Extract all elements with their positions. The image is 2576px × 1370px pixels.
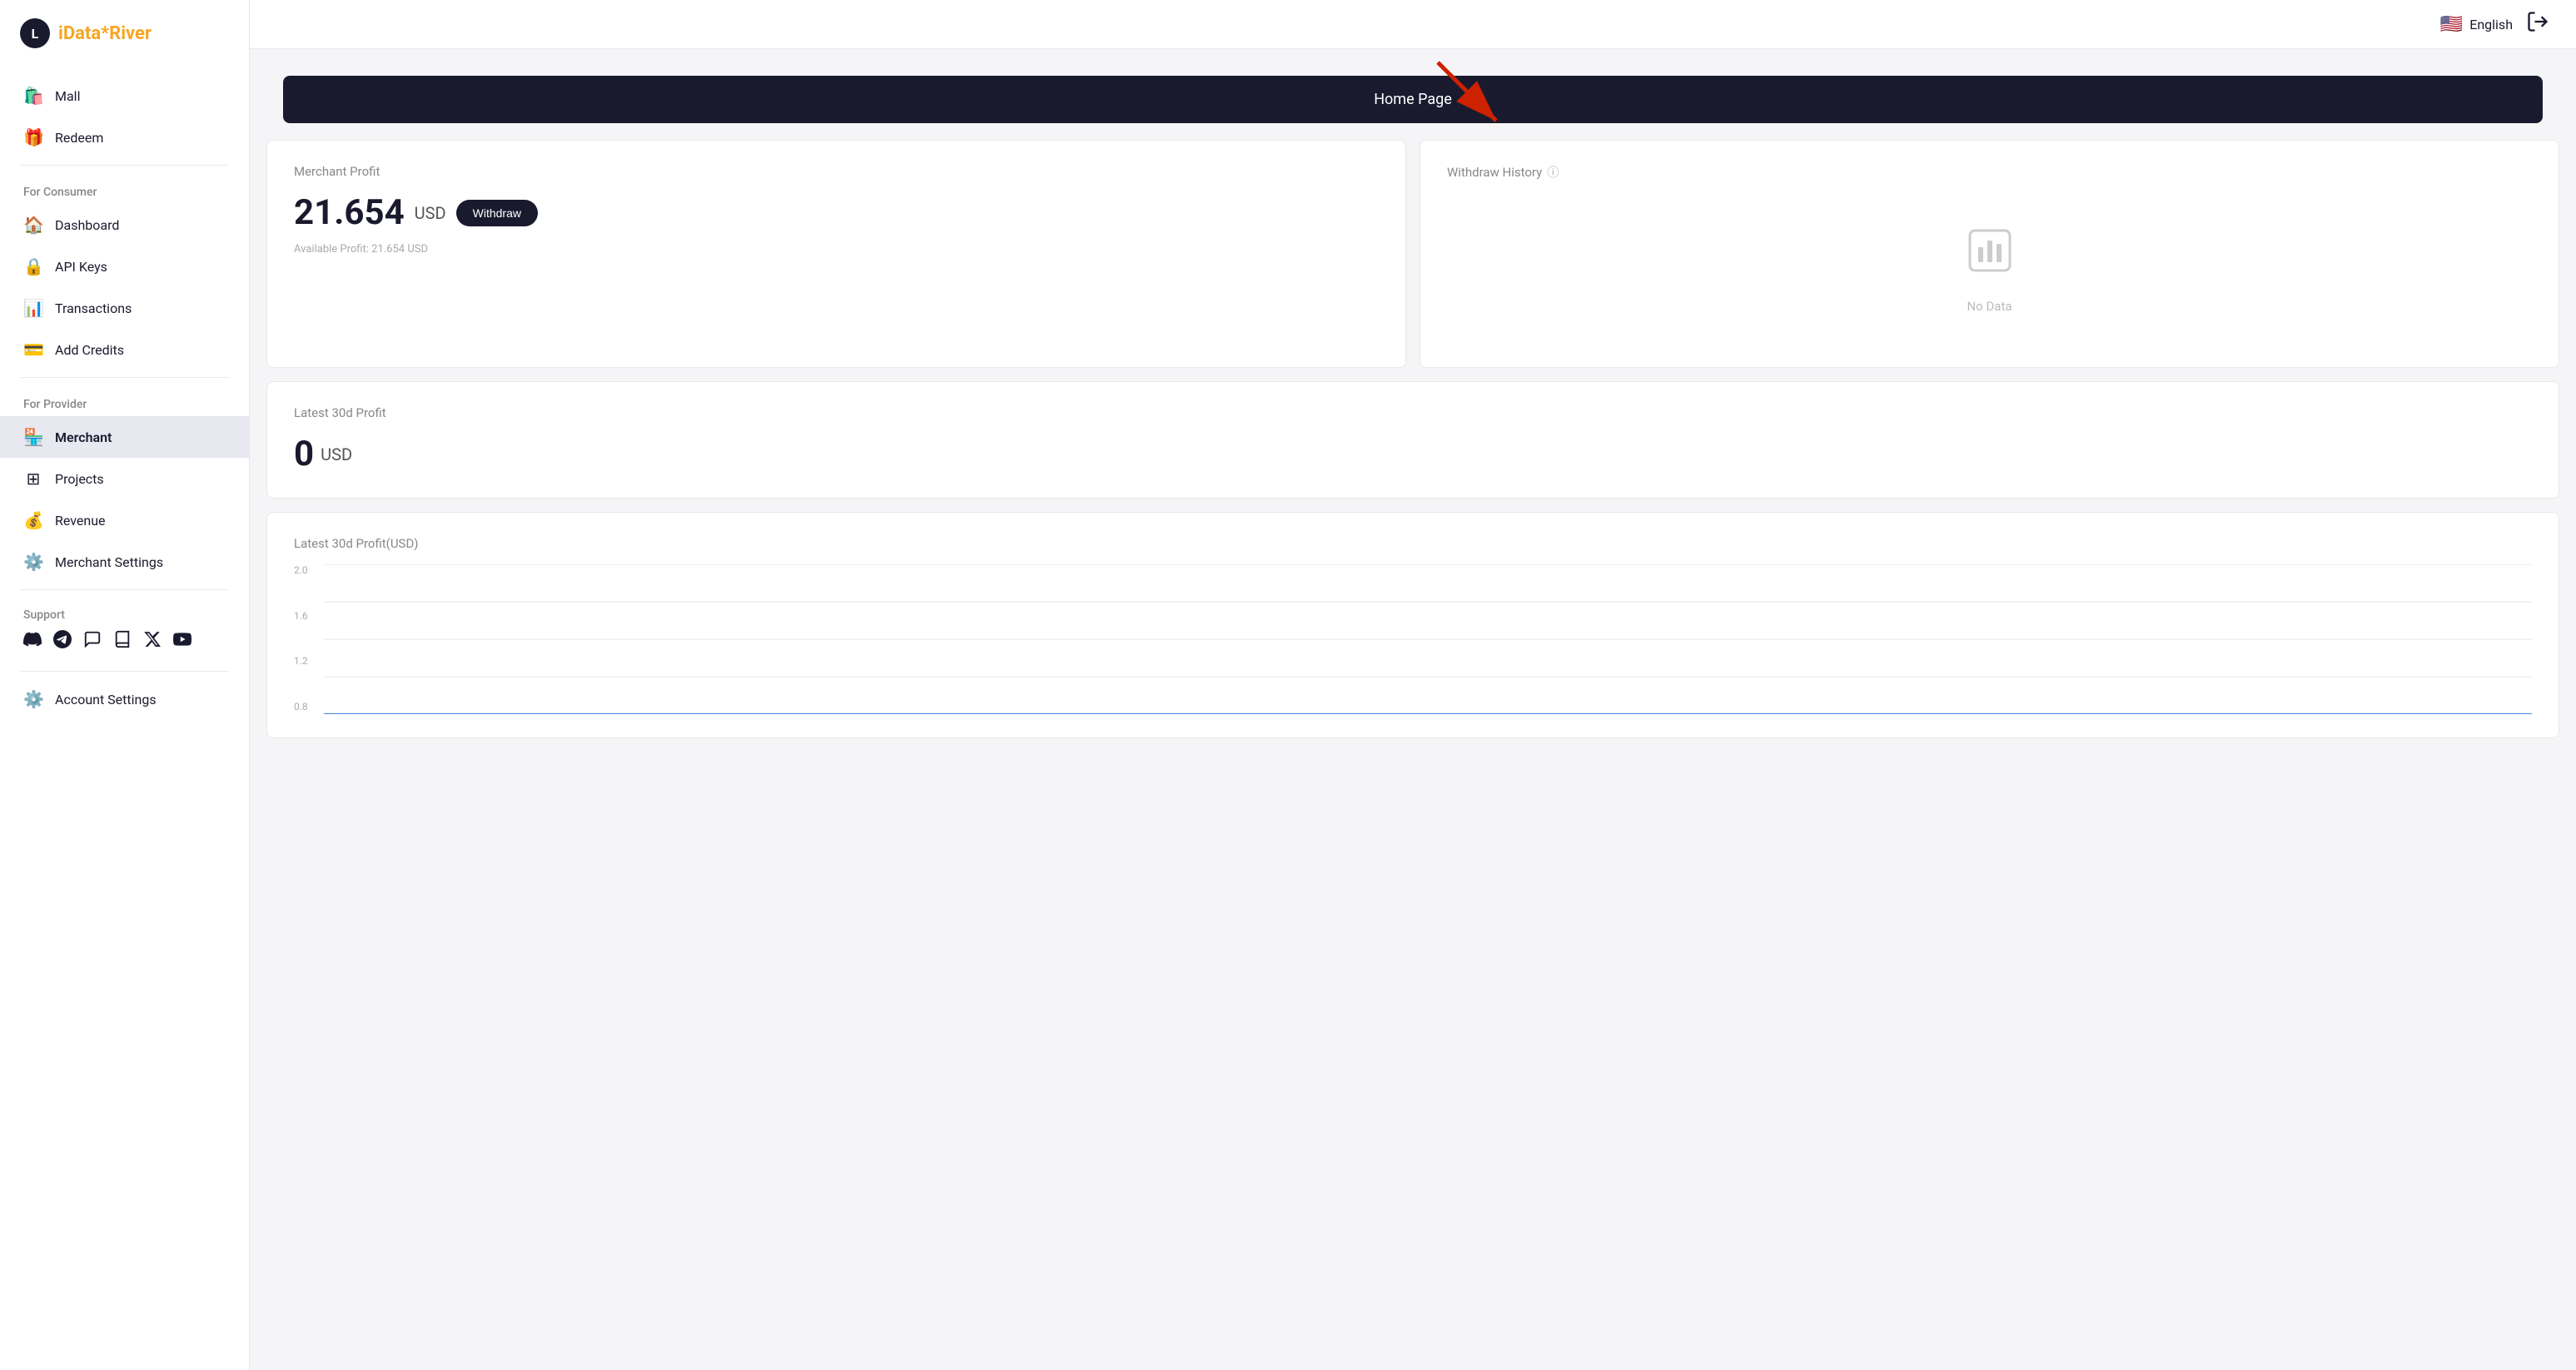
latest-30d-value: 0 USD — [294, 434, 2532, 474]
revenue-icon: 💰 — [23, 510, 43, 530]
sidebar-item-projects[interactable]: ⊞ Projects — [0, 458, 249, 499]
sidebar-item-revenue[interactable]: 💰 Revenue — [0, 499, 249, 541]
sidebar-item-label: Dashboard — [55, 217, 119, 233]
profit-value: 21.654 — [294, 192, 405, 233]
latest-30d-unit: USD — [321, 444, 352, 464]
x-twitter-icon[interactable] — [143, 630, 162, 653]
gift-icon: 🎁 — [23, 127, 43, 147]
chart-title: Latest 30d Profit(USD) — [294, 536, 2532, 551]
chart-area: 2.0 1.6 1.2 0.8 — [294, 564, 2532, 714]
divider-4 — [20, 671, 229, 672]
y-label-3: 1.2 — [294, 655, 308, 667]
sidebar-item-label: API Keys — [55, 259, 107, 275]
home-icon: 🏠 — [23, 215, 43, 235]
sidebar-item-api-keys[interactable]: 🔒 API Keys — [0, 246, 249, 287]
latest-30d-card: Latest 30d Profit 0 USD — [266, 381, 2559, 499]
divider-2 — [20, 377, 229, 378]
withdraw-button[interactable]: Withdraw — [456, 200, 538, 226]
support-icons — [23, 630, 226, 653]
logout-button[interactable] — [2526, 10, 2549, 38]
sidebar-item-label: Redeem — [55, 130, 103, 146]
info-icon: ⓘ — [1547, 164, 1559, 181]
main-area: 🇺🇸 English Home Page — [250, 0, 2576, 1370]
sidebar-item-label: Mall — [55, 88, 80, 104]
no-data-text: No Data — [1967, 299, 2012, 314]
no-data-icon — [1963, 224, 2017, 289]
flag-icon: 🇺🇸 — [2440, 14, 2463, 35]
support-label: Support — [23, 608, 226, 622]
settings-icon: ⚙️ — [23, 552, 43, 572]
discord-icon[interactable] — [23, 630, 42, 653]
divider-3 — [20, 589, 229, 590]
provider-section-label: For Provider — [0, 385, 249, 416]
lock-icon: 🔒 — [23, 256, 43, 276]
sidebar-item-mall[interactable]: 🛍️ Mall — [0, 75, 249, 117]
logo-text: iData*River — [58, 23, 152, 44]
second-row-cards: Latest 30d Profit 0 USD — [266, 381, 2559, 499]
book-icon[interactable] — [113, 630, 132, 653]
homepage-bar[interactable]: Home Page — [283, 76, 2543, 123]
available-profit-text: Available Profit: 21.654 USD — [294, 243, 1379, 256]
logo-area: L iData*River — [0, 0, 249, 67]
sidebar-item-label: Transactions — [55, 300, 132, 316]
sidebar-item-merchant[interactable]: 🏪 Merchant — [0, 416, 249, 458]
y-label-1: 2.0 — [294, 564, 308, 576]
support-chat-icon[interactable] — [83, 630, 102, 653]
sidebar-item-label: Revenue — [55, 513, 106, 529]
withdraw-history-title: Withdraw History ⓘ — [1447, 164, 2532, 181]
no-data-container: No Data — [1447, 194, 2532, 344]
support-section: Support — [0, 597, 249, 664]
logo-icon: L — [20, 18, 50, 48]
topbar: 🇺🇸 English — [250, 0, 2576, 49]
sidebar-item-merchant-settings[interactable]: ⚙️ Merchant Settings — [0, 541, 249, 583]
merchant-icon: 🏪 — [23, 427, 43, 447]
language-label: English — [2469, 17, 2513, 32]
top-cards: Merchant Profit 21.654 USD Withdraw Avai… — [266, 140, 2559, 368]
content-area: Merchant Profit 21.654 USD Withdraw Avai… — [250, 123, 2576, 755]
sidebar-item-label: Merchant Settings — [55, 554, 163, 570]
sidebar-item-label: Account Settings — [55, 692, 157, 707]
sidebar-item-label: Projects — [55, 471, 104, 487]
profit-amount: 21.654 USD Withdraw — [294, 192, 1379, 233]
latest-30d-title: Latest 30d Profit — [294, 405, 2532, 420]
sidebar-nav: 🛍️ Mall 🎁 Redeem For Consumer 🏠 Dashboar… — [0, 67, 249, 1370]
chart-y-labels: 2.0 1.6 1.2 0.8 — [294, 564, 308, 714]
sidebar-item-label: Merchant — [55, 429, 112, 445]
sidebar-item-redeem[interactable]: 🎁 Redeem — [0, 117, 249, 158]
chart-icon: 📊 — [23, 298, 43, 318]
youtube-icon[interactable] — [173, 630, 191, 653]
divider-1 — [20, 165, 229, 166]
homepage-bar-label: Home Page — [1374, 91, 1452, 108]
profit-unit: USD — [415, 203, 446, 223]
sidebar-item-transactions[interactable]: 📊 Transactions — [0, 287, 249, 329]
merchant-profit-card: Merchant Profit 21.654 USD Withdraw Avai… — [266, 140, 1406, 368]
y-label-4: 0.8 — [294, 701, 308, 712]
sidebar-item-add-credits[interactable]: 💳 Add Credits — [0, 329, 249, 370]
withdraw-history-card: Withdraw History ⓘ No Data — [1420, 140, 2559, 368]
language-selector[interactable]: 🇺🇸 English — [2440, 14, 2513, 35]
telegram-icon[interactable] — [53, 630, 72, 653]
chart-card: Latest 30d Profit(USD) 2.0 1.6 1.2 0.8 — [266, 512, 2559, 738]
homepage-bar-wrapper: Home Page — [266, 62, 2559, 123]
card-icon: 💳 — [23, 340, 43, 360]
y-label-2: 1.6 — [294, 610, 308, 622]
account-settings-icon: ⚙️ — [23, 689, 43, 709]
chart-svg — [324, 564, 2532, 714]
sidebar: L iData*River 🛍️ Mall 🎁 Redeem For Consu… — [0, 0, 250, 1370]
consumer-section-label: For Consumer — [0, 172, 249, 204]
sidebar-item-account-settings[interactable]: ⚙️ Account Settings — [0, 678, 249, 720]
sidebar-item-label: Add Credits — [55, 342, 124, 358]
projects-icon: ⊞ — [23, 469, 43, 489]
merchant-profit-title: Merchant Profit — [294, 164, 1379, 179]
mall-icon: 🛍️ — [23, 86, 43, 106]
sidebar-item-dashboard[interactable]: 🏠 Dashboard — [0, 204, 249, 246]
chart-grid — [324, 564, 2532, 714]
